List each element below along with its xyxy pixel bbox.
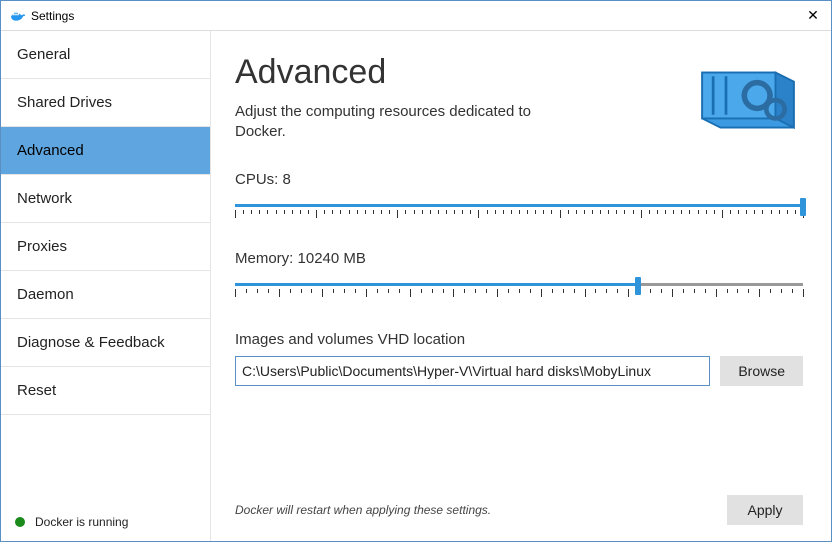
- sidebar-item-shared-drives[interactable]: Shared Drives: [1, 79, 210, 127]
- window-title: Settings: [31, 9, 74, 23]
- sidebar-item-label: Daemon: [17, 286, 74, 303]
- sidebar-item-proxies[interactable]: Proxies: [1, 223, 210, 271]
- memory-slider[interactable]: [235, 275, 803, 301]
- page-title: Advanced: [235, 53, 683, 92]
- cpus-group: CPUs: 8: [235, 171, 803, 222]
- sidebar-item-label: General: [17, 46, 70, 63]
- browse-button[interactable]: Browse: [720, 356, 803, 386]
- sidebar-item-label: Advanced: [17, 142, 84, 159]
- footer: Docker will restart when applying these …: [235, 485, 803, 525]
- cpus-slider[interactable]: [235, 196, 803, 222]
- sidebar-item-diagnose-feedback[interactable]: Diagnose & Feedback: [1, 319, 210, 367]
- memory-label: Memory: 10240 MB: [235, 250, 803, 267]
- sidebar-item-label: Diagnose & Feedback: [17, 334, 165, 351]
- sidebar-item-label: Network: [17, 190, 72, 207]
- content: Advanced Adjust the computing resources …: [211, 31, 831, 541]
- sidebar-item-network[interactable]: Network: [1, 175, 210, 223]
- docker-whale-icon: [9, 8, 25, 24]
- status-dot-icon: [15, 517, 25, 527]
- sidebar-item-advanced[interactable]: Advanced: [1, 127, 210, 175]
- sidebar-item-reset[interactable]: Reset: [1, 367, 210, 415]
- vhd-group: Images and volumes VHD location Browse: [235, 331, 803, 386]
- page-subtitle: Adjust the computing resources dedicated…: [235, 102, 565, 143]
- close-icon[interactable]: ✕: [803, 7, 823, 24]
- sidebar-item-label: Reset: [17, 382, 56, 399]
- sidebar-item-label: Proxies: [17, 238, 67, 255]
- vhd-label: Images and volumes VHD location: [235, 331, 803, 348]
- sidebar-item-daemon[interactable]: Daemon: [1, 271, 210, 319]
- titlebar: Settings ✕: [1, 1, 831, 31]
- vhd-path-input[interactable]: [235, 356, 710, 386]
- sidebar-item-general[interactable]: General: [1, 31, 210, 79]
- sidebar-item-label: Shared Drives: [17, 94, 112, 111]
- container-icon: [693, 53, 803, 138]
- cpus-label: CPUs: 8: [235, 171, 803, 188]
- apply-button[interactable]: Apply: [727, 495, 803, 525]
- status-bar: Docker is running: [1, 503, 210, 541]
- sidebar: General Shared Drives Advanced Network Proxi…: [1, 31, 211, 541]
- memory-group: Memory: 10240 MB: [235, 250, 803, 301]
- content-header: Advanced Adjust the computing resources …: [235, 53, 803, 143]
- footer-note: Docker will restart when applying these …: [235, 503, 491, 517]
- status-label: Docker is running: [35, 515, 128, 529]
- main: General Shared Drives Advanced Network Proxi…: [1, 31, 831, 541]
